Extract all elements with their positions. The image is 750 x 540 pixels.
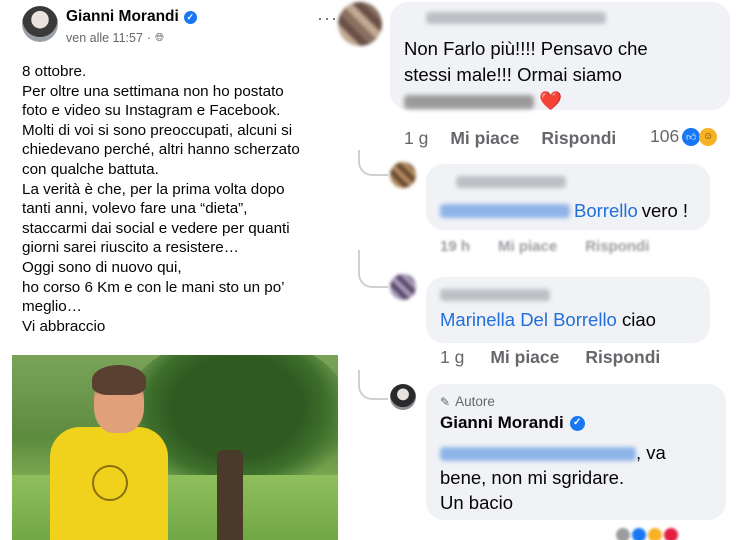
mention-link[interactable]: Marinella Del Borrello bbox=[440, 309, 617, 330]
love-reaction-icon bbox=[664, 528, 678, 540]
post-line: ho corso 6 Km e con le mani sto un po’ bbox=[22, 278, 285, 296]
post-line: giorni sarei riuscito a resistere… bbox=[22, 239, 239, 257]
post-line: con qualche battuta. bbox=[22, 160, 159, 178]
like-button[interactable]: Mi piace bbox=[450, 128, 519, 149]
comment-time[interactable]: 19 h bbox=[440, 238, 470, 255]
photo-person-hair bbox=[92, 365, 146, 395]
comment-text: , va bene, non mi sgridare. Un bacio bbox=[440, 440, 690, 515]
comment-time[interactable]: 1 g bbox=[440, 347, 464, 368]
thread-connector bbox=[358, 150, 388, 176]
post-header: Gianni Morandi ✓ ven alle 11:57 · 🌐︎ ··· bbox=[22, 4, 342, 48]
author-badge: ✎ Autore bbox=[440, 394, 495, 409]
reply-button[interactable]: Rispondi bbox=[541, 128, 616, 149]
like-reaction-icon bbox=[632, 528, 646, 540]
comment-actions-faded: 19 h Mi piace Rispondi bbox=[440, 238, 649, 255]
comment-bubble: Marinella Del Borrello ciao bbox=[426, 277, 710, 343]
comment-line: , va bbox=[440, 440, 690, 465]
commenter-avatar[interactable] bbox=[390, 162, 416, 188]
comment-line: Non Farlo più!!!! Pensavo che bbox=[404, 38, 648, 59]
commenter-name-blurred[interactable] bbox=[426, 12, 606, 24]
post-line: Vi abbraccio bbox=[22, 317, 106, 335]
author-badge-label: Autore bbox=[455, 394, 495, 409]
comments-panel: Non Farlo più!!!! Pensavo che stessi mal… bbox=[338, 0, 750, 540]
post-line: Oggi sono di nuovo qui, bbox=[22, 258, 182, 276]
mention-link-blurred[interactable] bbox=[440, 204, 570, 218]
photo-tree-trunk bbox=[217, 450, 243, 540]
comment-text-content: ciao bbox=[621, 309, 656, 330]
commenter-avatar[interactable] bbox=[390, 274, 416, 300]
post-line: tanti anni, volevo fare una “dieta”, bbox=[22, 200, 248, 218]
author-avatar[interactable] bbox=[22, 6, 58, 42]
commenter-name-blurred[interactable] bbox=[440, 289, 550, 301]
comment-bubble: ✎ Autore Gianni Morandi ✓ , va bene, non… bbox=[426, 384, 726, 520]
thread-connector bbox=[358, 250, 388, 288]
post-line: Molti di voi si sono preoccupati, alcuni… bbox=[22, 121, 293, 139]
post-line: La verità è che, per la prima volta dopo bbox=[22, 180, 285, 198]
reaction-count-faded bbox=[616, 528, 630, 540]
post-author[interactable]: Gianni Morandi ✓ bbox=[66, 8, 197, 26]
comment-line: bene, non mi sgridare. bbox=[440, 467, 625, 488]
comment-text-content: vero ! bbox=[641, 200, 689, 221]
blurred-text bbox=[404, 95, 534, 110]
reply-button[interactable]: Rispondi bbox=[585, 347, 660, 368]
post-text: 8 ottobre. Per oltre una settimana non h… bbox=[22, 62, 342, 336]
commenter-avatar[interactable] bbox=[338, 2, 382, 46]
pencil-icon: ✎ bbox=[440, 394, 451, 409]
comment-text-content: , va bbox=[636, 442, 666, 463]
heart-emoji: ❤️ bbox=[539, 90, 563, 111]
reaction-summary-partial[interactable] bbox=[616, 528, 678, 540]
commenter-name-blurred[interactable] bbox=[456, 176, 566, 188]
comment-actions: 1 g Mi piace Rispondi bbox=[440, 347, 660, 368]
verified-badge-icon: ✓ bbox=[183, 10, 197, 24]
post-line: Per oltre una settimana non ho postato bbox=[22, 82, 284, 100]
comment-bubble: Non Farlo più!!!! Pensavo che stessi mal… bbox=[390, 2, 730, 111]
post-line: chiedevano perché, altri hanno scherzato bbox=[22, 141, 300, 159]
like-button[interactable]: Mi piace bbox=[490, 347, 559, 368]
comment-text: Non Farlo più!!!! Pensavo che stessi mal… bbox=[404, 36, 724, 114]
like-reaction-icon: 👍︎ bbox=[682, 127, 701, 146]
more-options-icon[interactable]: ··· bbox=[317, 8, 338, 29]
post-author-name[interactable]: Gianni Morandi bbox=[66, 8, 179, 26]
post-line: meglio… bbox=[22, 298, 82, 316]
reaction-summary[interactable]: 106 👍︎ ☺︎ bbox=[650, 126, 718, 147]
haha-reaction-icon bbox=[648, 528, 662, 540]
verified-badge-icon: ✓ bbox=[569, 415, 585, 431]
post-timestamp[interactable]: ven alle 11:57 bbox=[66, 31, 143, 45]
haha-reaction-icon: ☺︎ bbox=[699, 127, 718, 146]
commenter-name-text[interactable]: Gianni Morandi bbox=[440, 413, 564, 433]
photo-shirt-logo bbox=[92, 465, 128, 501]
mention-link-blurred[interactable] bbox=[440, 447, 636, 462]
post: Gianni Morandi ✓ ven alle 11:57 · 🌐︎ ···… bbox=[0, 0, 352, 540]
post-line: 8 ottobre. bbox=[22, 63, 87, 80]
commenter-name[interactable]: Gianni Morandi ✓ bbox=[440, 413, 585, 433]
reply-button[interactable]: Rispondi bbox=[585, 238, 649, 255]
meta-separator: · bbox=[146, 31, 152, 45]
comment-actions: 1 g Mi piace Rispondi bbox=[404, 128, 616, 149]
comment-line: stessi male!!! Ormai siamo bbox=[404, 64, 622, 85]
post-meta: ven alle 11:57 · 🌐︎ bbox=[66, 31, 164, 45]
comment-text: Borrello vero ! bbox=[440, 200, 688, 222]
comment-line: Un bacio bbox=[440, 492, 514, 513]
author-reply-avatar[interactable] bbox=[390, 384, 416, 410]
like-button[interactable]: Mi piace bbox=[498, 238, 557, 255]
comment-line: ❤️ bbox=[404, 88, 724, 114]
reaction-count: 106 bbox=[650, 126, 680, 146]
post-line: foto e video su Instagram e Facebook. bbox=[22, 102, 281, 120]
post-photo[interactable] bbox=[12, 355, 338, 540]
globe-icon[interactable]: 🌐︎ bbox=[155, 32, 164, 45]
mention-link[interactable]: Borrello bbox=[574, 200, 638, 222]
comment-time[interactable]: 1 g bbox=[404, 128, 428, 149]
thread-connector bbox=[358, 370, 388, 400]
comment-bubble: Borrello vero ! bbox=[426, 164, 710, 230]
post-line: staccarmi dai social e vedere per quanti bbox=[22, 219, 290, 237]
comment-text: Marinella Del Borrello ciao bbox=[440, 309, 656, 331]
